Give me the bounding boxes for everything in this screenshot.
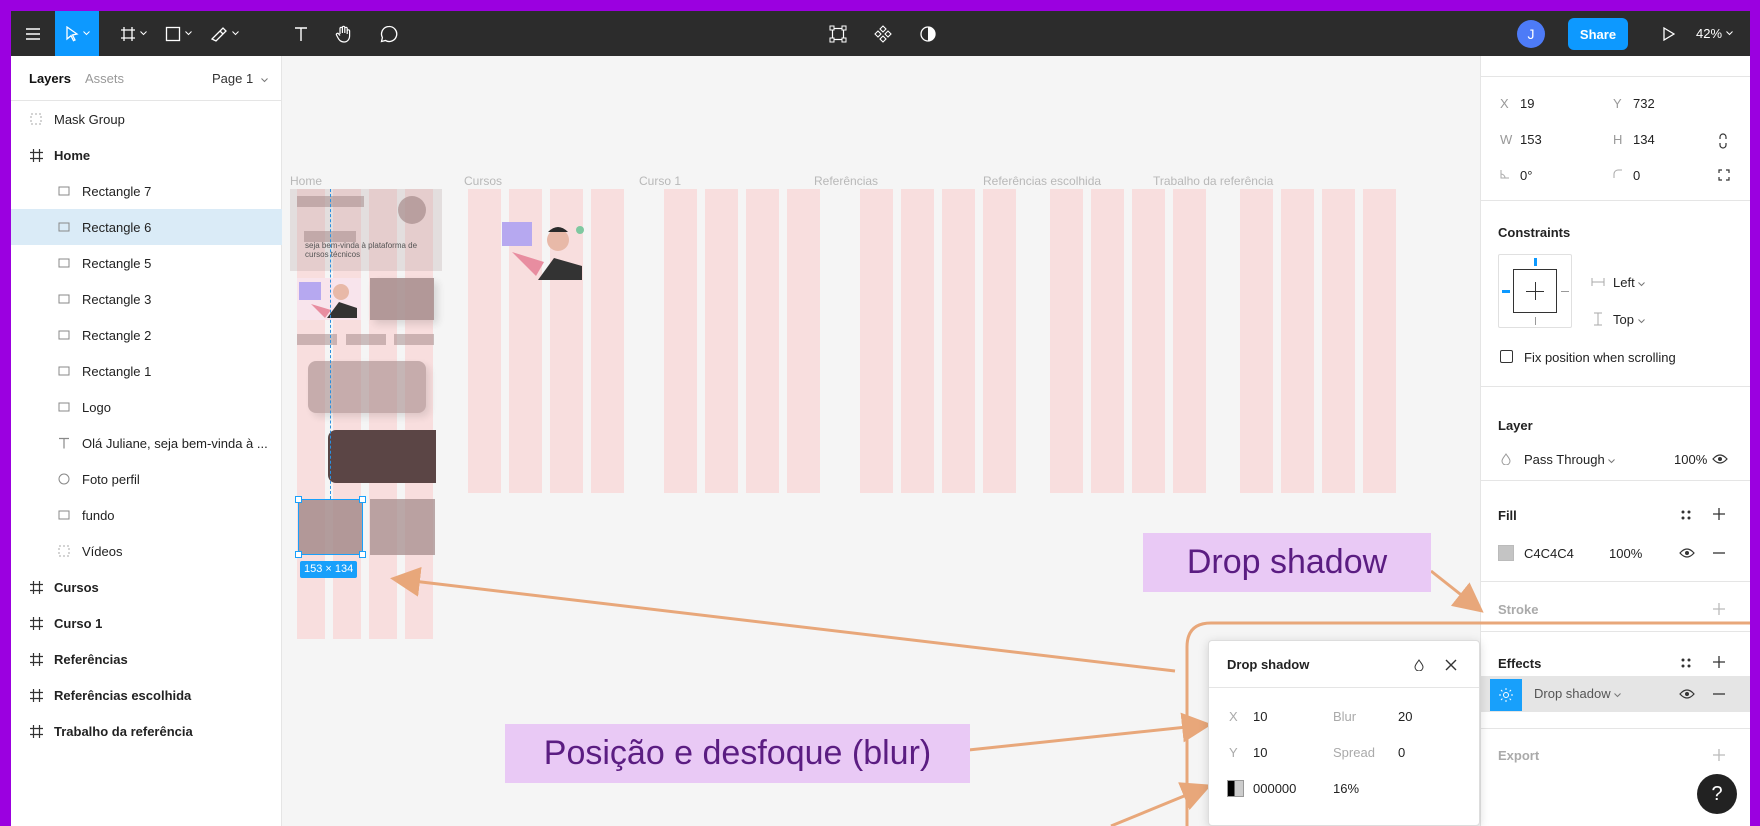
shadow-x-label: X xyxy=(1229,709,1238,724)
drop-shadow-popup: Drop shadow X 10 Blur 20 Y 10 Spread 0 0… xyxy=(1208,640,1480,826)
figma-window: J Share 42% Layers Assets Page 1 Mask Gr… xyxy=(11,11,1750,826)
shadow-opacity-field[interactable]: 16% xyxy=(1333,781,1359,796)
help-button[interactable]: ? xyxy=(1697,774,1737,814)
shadow-color-field[interactable]: 000000 xyxy=(1253,781,1296,796)
shadow-blur-field[interactable]: 20 xyxy=(1398,709,1412,724)
annotation-position-blur: Posição e desfoque (blur) xyxy=(505,724,970,783)
shadow-x-field[interactable]: 10 xyxy=(1253,709,1267,724)
popup-title: Drop shadow xyxy=(1227,657,1310,672)
shadow-y-label: Y xyxy=(1229,745,1238,760)
close-icon[interactable] xyxy=(1445,659,1457,671)
shadow-color-swatch[interactable] xyxy=(1227,780,1244,797)
annotation-drop-shadow: Drop shadow xyxy=(1143,533,1431,592)
shadow-spread-field[interactable]: 0 xyxy=(1398,745,1405,760)
shadow-blur-label: Blur xyxy=(1333,709,1357,724)
annotation-arrows xyxy=(390,566,1750,826)
divider xyxy=(1209,687,1479,688)
shadow-spread-label: Spread xyxy=(1333,745,1375,760)
blend-mode-icon[interactable] xyxy=(1414,659,1424,671)
shadow-y-field[interactable]: 10 xyxy=(1253,745,1267,760)
